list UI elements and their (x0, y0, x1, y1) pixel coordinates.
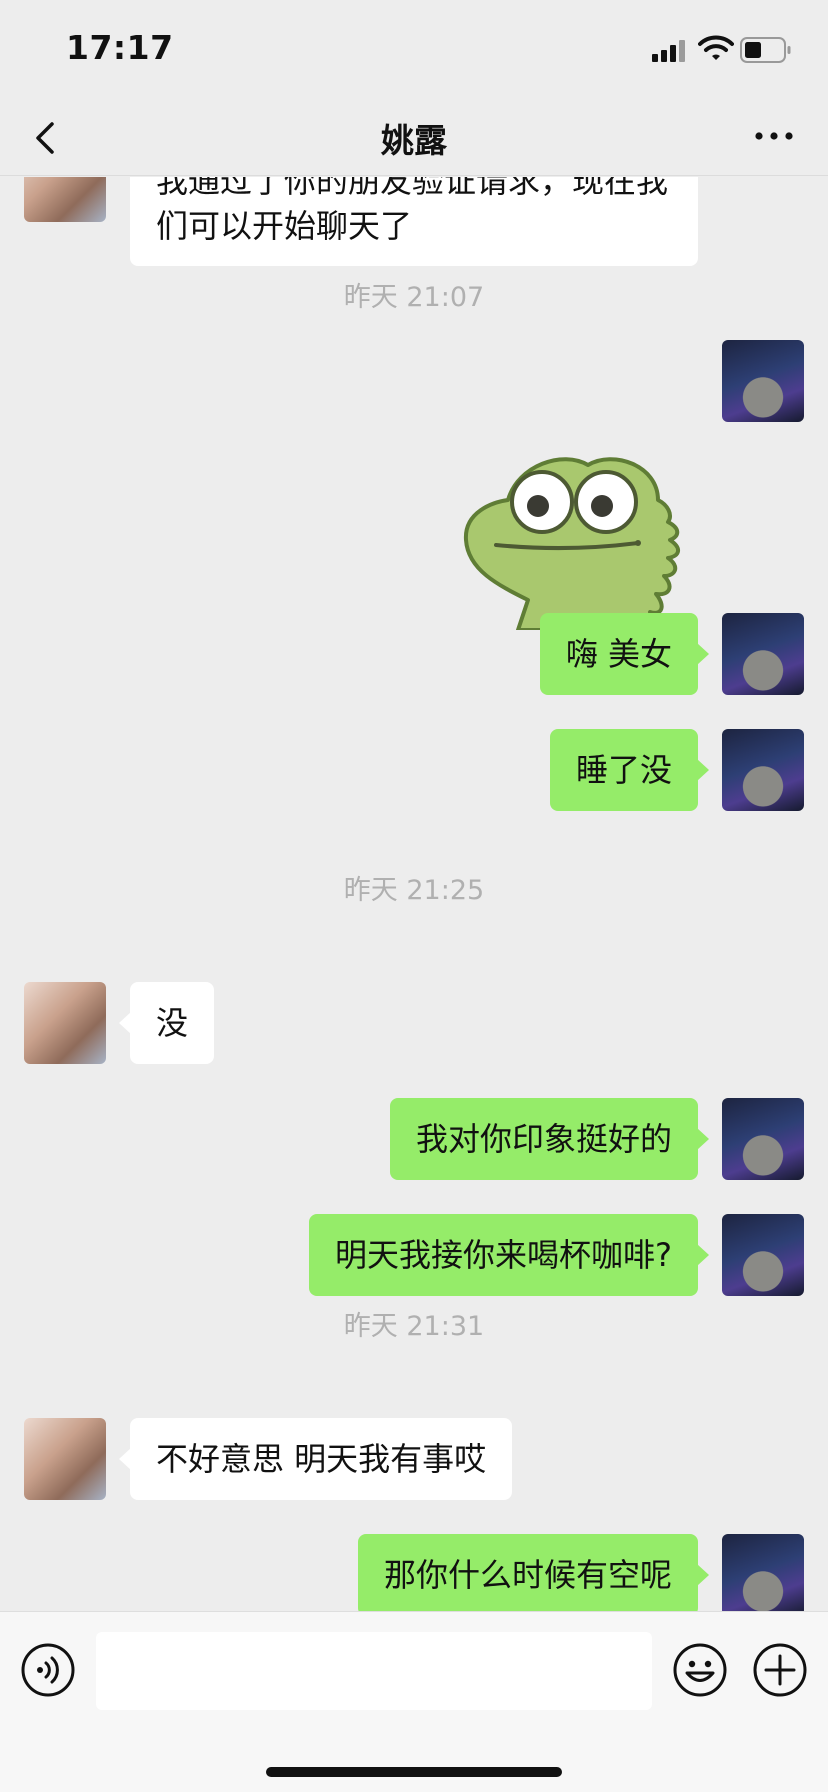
home-indicator[interactable] (266, 1767, 562, 1777)
chat-screen: 17:17 姚露 我通过了你的朋友验证请求，现在我们可以开始聊天了 昨天 21:… (0, 0, 828, 1792)
my-avatar[interactable] (722, 729, 804, 811)
my-avatar[interactable] (722, 613, 804, 695)
contact-avatar[interactable] (24, 1418, 106, 1500)
my-avatar[interactable] (722, 340, 804, 422)
message-input[interactable] (96, 1632, 652, 1710)
message-bubble-sent[interactable]: 明天我接你来喝杯咖啡? (309, 1214, 709, 1296)
cellular-signal-icon (652, 38, 690, 62)
message-bubble-sent[interactable]: 睡了没 (549, 729, 710, 811)
message-timestamp: 昨天 21:07 (343, 282, 485, 313)
message-bubble-received[interactable]: 没 (118, 982, 215, 1064)
contact-avatar[interactable] (24, 982, 106, 1064)
nav-bar: 姚露 (0, 100, 828, 176)
contact-avatar[interactable] (24, 177, 106, 222)
my-avatar[interactable] (722, 1534, 804, 1611)
message-bubble-sent[interactable]: 我对你印象挺好的 (389, 1098, 710, 1180)
wifi-icon (698, 35, 734, 60)
battery-icon (740, 37, 791, 63)
status-time: 17:17 (66, 28, 174, 67)
message-timestamp: 昨天 21:25 (343, 875, 485, 906)
my-avatar[interactable] (722, 1098, 804, 1180)
message-bubble-received[interactable]: 我通过了你的朋友验证请求，现在我们可以开始聊天了 (130, 177, 698, 266)
voice-icon[interactable] (20, 1642, 76, 1698)
message-timestamp: 昨天 21:31 (343, 1311, 485, 1342)
message-bubble-received[interactable]: 不好意思 明天我有事哎 (118, 1418, 513, 1500)
message-bubble-sent[interactable]: 嗨 美女 (539, 613, 710, 695)
message-bubble-sent[interactable]: 那你什么时候有空呢 (357, 1534, 710, 1611)
input-bar (0, 1611, 828, 1792)
more-icon[interactable] (754, 126, 794, 146)
status-bar: 17:17 (0, 0, 828, 100)
emoji-icon[interactable] (672, 1642, 728, 1698)
plus-icon[interactable] (752, 1642, 808, 1698)
message-list[interactable]: 我通过了你的朋友验证请求，现在我们可以开始聊天了 昨天 21:07 嗨 美女 睡… (0, 177, 828, 1611)
green-dinosaur-sticker[interactable] (458, 440, 694, 630)
my-avatar[interactable] (722, 1214, 804, 1296)
chat-title: 姚露 (381, 121, 447, 160)
